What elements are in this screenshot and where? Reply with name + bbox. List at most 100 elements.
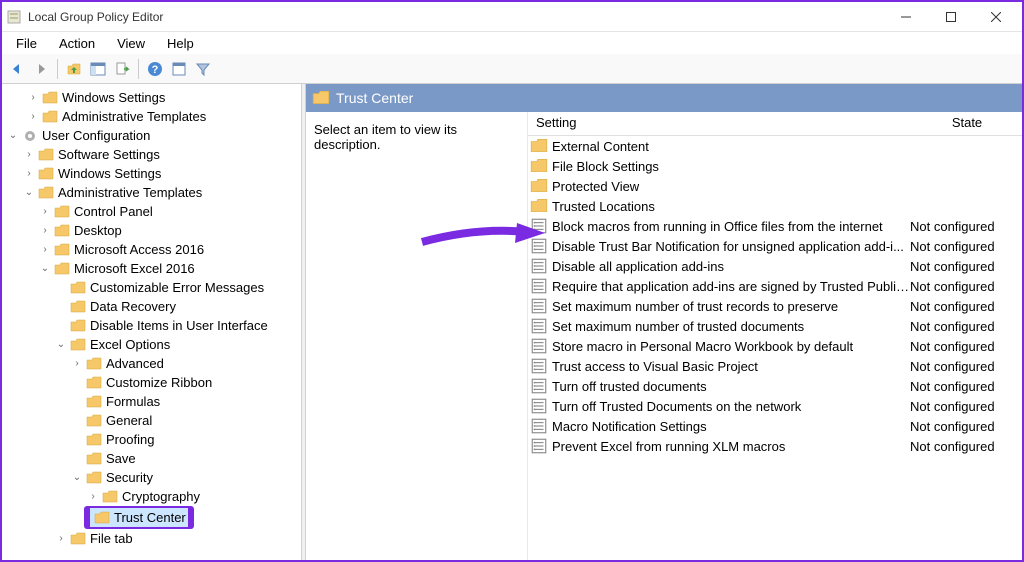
list-row[interactable]: Trust access to Visual Basic ProjectNot … [528, 356, 1022, 376]
chevron-right-icon[interactable]: › [26, 110, 40, 124]
menu-file[interactable]: File [6, 34, 47, 53]
content-area: ›Windows Settings ›Administrative Templa… [2, 84, 1022, 560]
tree-desktop[interactable]: ›Desktop [36, 221, 299, 240]
chevron-right-icon[interactable]: › [26, 91, 40, 105]
list-row[interactable]: Turn off trusted documentsNot configured [528, 376, 1022, 396]
chevron-right-icon[interactable]: › [70, 357, 84, 371]
folder-icon [70, 318, 86, 334]
tree-excel2016[interactable]: ⌄Microsoft Excel 2016 [36, 259, 299, 278]
list-row[interactable]: Block macros from running in Office file… [528, 216, 1022, 236]
tree-customize-ribbon[interactable]: Customize Ribbon [68, 373, 299, 392]
list-row[interactable]: Trusted Locations [528, 196, 1022, 216]
tree-admin-templates2[interactable]: ⌄Administrative Templates [20, 183, 299, 202]
tree-pane[interactable]: ›Windows Settings ›Administrative Templa… [2, 84, 302, 560]
setting-icon [530, 257, 552, 275]
row-label: Turn off trusted documents [552, 379, 910, 394]
back-button[interactable] [6, 58, 28, 80]
list-row[interactable]: Disable Trust Bar Notification for unsig… [528, 236, 1022, 256]
chevron-right-icon[interactable]: › [22, 148, 36, 162]
tree-advanced[interactable]: ›Advanced [68, 354, 299, 373]
app-window: Local Group Policy Editor File Action Vi… [0, 0, 1024, 562]
chevron-right-icon[interactable]: › [22, 167, 36, 181]
chevron-right-icon[interactable]: › [38, 243, 52, 257]
tree-disable-items[interactable]: Disable Items in User Interface [52, 316, 299, 335]
setting-icon [530, 377, 552, 395]
tree-security[interactable]: ⌄Security [68, 468, 299, 487]
tree-save[interactable]: Save [68, 449, 299, 468]
list-row[interactable]: External Content [528, 136, 1022, 156]
maximize-button[interactable] [928, 3, 973, 31]
folder-icon [94, 510, 110, 526]
chevron-right-icon[interactable]: › [54, 532, 68, 546]
menu-action[interactable]: Action [49, 34, 105, 53]
column-setting[interactable]: Setting [528, 112, 912, 135]
chevron-down-icon[interactable]: ⌄ [6, 129, 20, 143]
filter-button[interactable] [192, 58, 214, 80]
chevron-down-icon[interactable]: ⌄ [38, 262, 52, 276]
minimize-button[interactable] [883, 3, 928, 31]
row-state: Not configured [910, 279, 1020, 294]
tree-control-panel[interactable]: ›Control Panel [36, 202, 299, 221]
tree-general[interactable]: General [68, 411, 299, 430]
window-controls [883, 3, 1018, 31]
menu-help[interactable]: Help [157, 34, 204, 53]
list-row[interactable]: Set maximum number of trusted documentsN… [528, 316, 1022, 336]
chevron-right-icon[interactable]: › [38, 205, 52, 219]
close-button[interactable] [973, 3, 1018, 31]
tree-windows-settings[interactable]: ›Windows Settings [24, 88, 299, 107]
chevron-down-icon[interactable]: ⌄ [22, 186, 36, 200]
chevron-right-icon[interactable]: › [38, 224, 52, 238]
folder-icon [86, 470, 102, 486]
selected-node-highlight: Trust Center [84, 506, 194, 529]
row-label: Turn off Trusted Documents on the networ… [552, 399, 910, 414]
chevron-down-icon[interactable]: ⌄ [70, 471, 84, 485]
folder-icon [70, 531, 86, 547]
export-button[interactable] [111, 58, 133, 80]
forward-button[interactable] [30, 58, 52, 80]
list-header[interactable]: Setting State [528, 112, 1022, 136]
tree-custom-errors[interactable]: Customizable Error Messages [52, 278, 299, 297]
toolbar-separator [57, 59, 58, 79]
folder-icon [86, 413, 102, 429]
chevron-down-icon[interactable]: ⌄ [54, 338, 68, 352]
tree-user-configuration[interactable]: ⌄User Configuration [4, 126, 299, 145]
row-state: Not configured [910, 219, 1020, 234]
show-hide-tree-button[interactable] [87, 58, 109, 80]
menubar: File Action View Help [2, 32, 1022, 54]
list-row[interactable]: Require that application add-ins are sig… [528, 276, 1022, 296]
folder-icon [70, 280, 86, 296]
row-label: Set maximum number of trusted documents [552, 319, 910, 334]
tree-data-recovery[interactable]: Data Recovery [52, 297, 299, 316]
properties-button[interactable] [168, 58, 190, 80]
list-row[interactable]: Macro Notification SettingsNot configure… [528, 416, 1022, 436]
help-button[interactable]: ? [144, 58, 166, 80]
setting-icon [530, 417, 552, 435]
folder-icon [70, 337, 86, 353]
tree-proofing[interactable]: Proofing [68, 430, 299, 449]
list-row[interactable]: Disable all application add-insNot confi… [528, 256, 1022, 276]
tree-access2016[interactable]: ›Microsoft Access 2016 [36, 240, 299, 259]
chevron-right-icon[interactable]: › [86, 490, 100, 504]
up-button[interactable] [63, 58, 85, 80]
tree-trust-center[interactable]: Trust Center [90, 508, 188, 527]
list-row[interactable]: Set maximum number of trust records to p… [528, 296, 1022, 316]
setting-icon [530, 317, 552, 335]
list-row[interactable]: Store macro in Personal Macro Workbook b… [528, 336, 1022, 356]
list-row[interactable]: Turn off Trusted Documents on the networ… [528, 396, 1022, 416]
details-title: Trust Center [336, 90, 413, 106]
folder-icon [102, 489, 118, 505]
column-state[interactable]: State [912, 112, 1022, 135]
tree-software-settings[interactable]: ›Software Settings [20, 145, 299, 164]
tree-excel-options[interactable]: ⌄Excel Options [52, 335, 299, 354]
tree-file-tab[interactable]: ›File tab [52, 529, 299, 548]
menu-view[interactable]: View [107, 34, 155, 53]
list-row[interactable]: Protected View [528, 176, 1022, 196]
list-row[interactable]: File Block Settings [528, 156, 1022, 176]
tree-admin-templates[interactable]: ›Administrative Templates [24, 107, 299, 126]
row-label: Trust access to Visual Basic Project [552, 359, 910, 374]
tree-windows-settings2[interactable]: ›Windows Settings [20, 164, 299, 183]
tree-cryptography[interactable]: ›Cryptography [84, 487, 299, 506]
row-label: File Block Settings [552, 159, 910, 174]
tree-formulas[interactable]: Formulas [68, 392, 299, 411]
list-row[interactable]: Prevent Excel from running XLM macrosNot… [528, 436, 1022, 456]
